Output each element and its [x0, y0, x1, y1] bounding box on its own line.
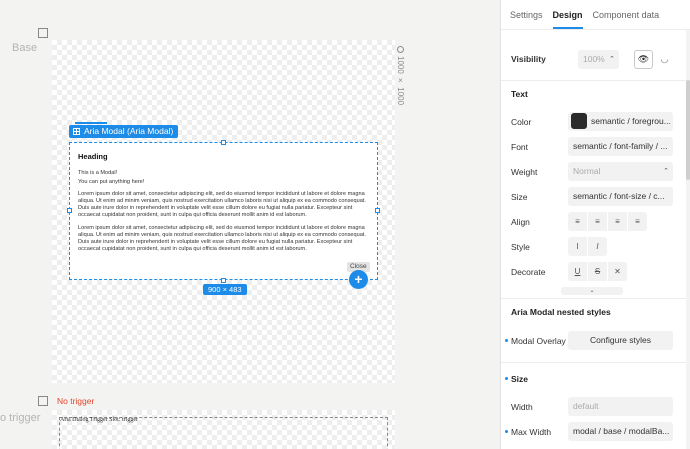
- align-center-icon[interactable]: ≡: [588, 212, 607, 231]
- tab-settings[interactable]: Settings: [510, 0, 543, 30]
- size-circle-icon: [396, 46, 404, 53]
- max-width-value: modal / base / modalBa...: [573, 426, 670, 436]
- section-divider: [501, 362, 686, 363]
- align-buttons: ≡ ≡ ≡ ≡: [568, 212, 647, 231]
- size-label: Size: [511, 192, 528, 202]
- text-cursor-icon[interactable]: I: [568, 237, 587, 256]
- color-value: semantic / foregrou...: [591, 116, 671, 126]
- resize-handle-right[interactable]: [375, 208, 380, 213]
- chevron-updown-icon: ⌃: [609, 56, 615, 63]
- width-field[interactable]: default: [568, 397, 673, 416]
- align-right-icon[interactable]: ≡: [608, 212, 627, 231]
- font-label: Font: [511, 142, 529, 152]
- align-label: Align: [511, 217, 530, 227]
- style-label: Style: [511, 242, 530, 252]
- size-section-title: Size: [511, 374, 529, 384]
- panel-tabs: Settings Design Component data: [501, 0, 690, 30]
- frame-label-trigger[interactable]: o trigger: [0, 412, 40, 424]
- selection-size-badge: 900 × 483: [203, 284, 247, 295]
- weight-label: Weight: [511, 167, 538, 177]
- modal-paragraph-1: Lorem ipsum dolor sit amet, consectetur …: [78, 191, 366, 218]
- resize-handle-bottom[interactable]: [221, 278, 226, 283]
- tag-accent-line: [75, 122, 107, 124]
- font-field[interactable]: semantic / font-family / ...: [568, 137, 673, 156]
- font-value: semantic / font-family / ...: [573, 141, 668, 151]
- panel-scroll-thumb[interactable]: [686, 80, 690, 180]
- modal-line-2: You can put anything here!: [78, 179, 145, 185]
- add-button[interactable]: +: [349, 270, 368, 289]
- chevron-updown-icon: ⌃: [663, 168, 669, 175]
- modal-paragraph-2: Lorem ipsum dolor sit amet, consectetur …: [78, 225, 366, 252]
- weight-field[interactable]: Normal ⌃: [568, 162, 673, 181]
- color-label: Color: [511, 117, 532, 127]
- color-swatch[interactable]: [571, 113, 587, 129]
- clear-decoration-icon[interactable]: ✕: [608, 262, 627, 281]
- resize-handle-top[interactable]: [221, 140, 226, 145]
- max-width-label: Max Width: [511, 427, 552, 437]
- width-label: Width: [511, 402, 533, 412]
- weight-value: Normal: [573, 166, 601, 176]
- component-tag-label: Aria Modal (Aria Modal): [84, 126, 174, 136]
- configure-styles-button[interactable]: Configure styles: [568, 331, 673, 350]
- component-icon: [73, 128, 80, 135]
- design-canvas[interactable]: Base 1000 × 1000 Aria Modal (Aria Modal)…: [0, 0, 500, 449]
- trigger-slot-label: Aria Dialog Trigger Slot: trigger: [60, 417, 138, 423]
- text-section-title: Text: [511, 89, 528, 99]
- aria-modal-preview[interactable]: Heading This is a Modal! You can put any…: [69, 142, 378, 280]
- visibility-label: Visibility: [511, 54, 546, 64]
- font-size-value: semantic / font-size / c...: [573, 191, 665, 201]
- resize-handle-left[interactable]: [67, 208, 72, 213]
- board-size-text: 1000 × 1000: [396, 56, 405, 106]
- eye-icon[interactable]: 👁: [634, 50, 653, 69]
- chevron-down-icon[interactable]: ⌄: [561, 287, 623, 295]
- board-size-label: 1000 × 1000: [396, 46, 405, 105]
- align-justify-icon[interactable]: ≡: [628, 212, 647, 231]
- section-divider: [501, 298, 686, 299]
- opacity-field[interactable]: 100% ⌃: [578, 50, 619, 69]
- strikethrough-icon[interactable]: S: [588, 262, 607, 281]
- style-buttons: I I: [568, 237, 607, 256]
- tab-component-data[interactable]: Component data: [593, 0, 660, 30]
- tab-design[interactable]: Design: [552, 0, 583, 30]
- frame-label-base[interactable]: Base: [12, 42, 37, 54]
- align-left-icon[interactable]: ≡: [568, 212, 587, 231]
- component-tag[interactable]: Aria Modal (Aria Modal): [69, 125, 179, 138]
- italic-icon[interactable]: I: [588, 237, 607, 256]
- max-width-field[interactable]: modal / base / modalBa...: [568, 422, 673, 441]
- frame-icon[interactable]: [38, 28, 48, 38]
- width-placeholder: default: [573, 401, 599, 411]
- modified-dot: [505, 339, 508, 342]
- no-trigger-label: No trigger: [57, 396, 95, 406]
- decorate-buttons: U S ✕: [568, 262, 627, 281]
- section-divider: [501, 80, 686, 81]
- modified-dot: [505, 377, 508, 380]
- nested-styles-title: Aria Modal nested styles: [511, 307, 611, 317]
- underline-icon[interactable]: U: [568, 262, 587, 281]
- modal-line-1: This is a Modal!: [78, 170, 118, 176]
- modal-heading: Heading: [78, 152, 108, 161]
- font-size-field[interactable]: semantic / font-size / c...: [568, 187, 673, 206]
- frame-icon-2[interactable]: [38, 396, 48, 406]
- decorate-label: Decorate: [511, 267, 546, 277]
- modified-dot: [505, 430, 508, 433]
- opacity-value: 100%: [583, 54, 605, 64]
- eye-closed-icon[interactable]: ◡: [655, 50, 674, 69]
